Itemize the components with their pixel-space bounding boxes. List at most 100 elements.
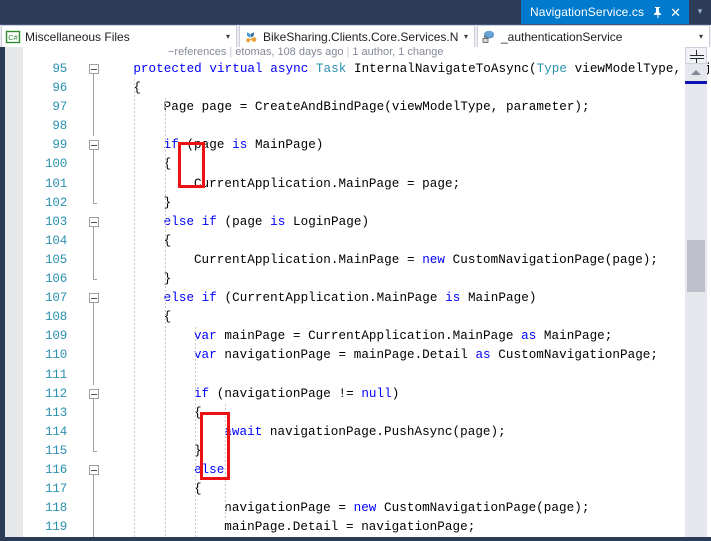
outlining-margin[interactable] [87,117,103,137]
code-line[interactable]: 118 navigationPage = new CustomNavigation… [5,499,711,519]
chevron-down-icon[interactable]: ▾ [693,26,709,47]
outlining-margin[interactable] [87,213,103,232]
code-line[interactable]: 97 Page page = CreateAndBindPage(viewMode… [5,98,711,118]
code-text[interactable]: await navigationPage.PushAsync(page); [224,425,506,439]
code-line[interactable]: 104 { [5,231,711,251]
code-line[interactable]: 111 [5,365,711,385]
chevron-down-icon[interactable]: ▾ [458,26,474,47]
code-text[interactable]: if (navigationPage != null) [194,387,399,401]
tab-overflow-chevron-down-icon[interactable]: ▾ [693,6,707,18]
code-text[interactable]: var mainPage = CurrentApplication.MainPa… [194,329,612,343]
collapse-minus-icon[interactable] [89,140,99,151]
outlining-margin[interactable] [87,327,103,347]
project-dropdown[interactable]: C# Miscellaneous Files ▾ [1,25,237,48]
code-text[interactable]: } [194,444,202,458]
code-text[interactable]: { [164,234,172,248]
collapse-minus-icon[interactable] [89,293,99,304]
code-text[interactable]: Page page = CreateAndBindPage(viewModelT… [164,100,590,114]
outlining-margin[interactable] [87,308,103,328]
tab-label: NavigationService.cs [530,5,645,19]
outlining-margin[interactable] [87,441,103,461]
outlining-margin[interactable] [87,461,103,480]
outlining-margin[interactable] [87,155,103,175]
code-text[interactable]: else if (CurrentApplication.MainPage is … [164,291,537,305]
code-line[interactable]: 103 else if (page is LoginPage) [5,213,711,232]
code-line[interactable]: 95 protected virtual async Task InternalN… [5,60,711,79]
code-text[interactable]: } [164,196,172,210]
pin-icon[interactable] [651,5,664,19]
code-line[interactable]: 113 { [5,403,711,423]
outlining-margin[interactable] [87,365,103,385]
code-text[interactable]: { [164,157,172,171]
code-text[interactable]: navigationPage = new CustomNavigationPag… [224,501,589,515]
code-line[interactable]: 114 await navigationPage.PushAsync(page); [5,422,711,442]
code-line[interactable]: 96 { [5,79,711,99]
outlining-margin[interactable] [87,174,103,194]
codelens-history[interactable]: 1 author, 1 change [352,47,443,58]
outlining-margin[interactable] [87,480,103,500]
code-text[interactable]: var navigationPage = mainPage.Detail as … [194,348,658,362]
code-text[interactable]: if (page is MainPage) [164,138,324,152]
code-text[interactable]: CurrentApplication.MainPage = page; [194,177,460,191]
code-text[interactable]: protected virtual async Task InternalNav… [133,62,711,76]
scroll-up-icon[interactable] [685,65,707,80]
member-dropdown[interactable]: _authenticationService ▾ [477,25,710,48]
chevron-down-icon[interactable]: ▾ [220,26,236,47]
outlining-margin[interactable] [87,289,103,309]
outlining-margin[interactable] [87,346,103,366]
code-line[interactable]: 110 var navigationPage = mainPage.Detail … [5,346,711,366]
outlining-margin[interactable] [87,231,103,251]
outlining-margin[interactable] [87,385,103,404]
code-text[interactable]: else if (page is LoginPage) [164,215,369,229]
code-line[interactable]: 100 { [5,155,711,175]
outlining-margin[interactable] [87,79,103,99]
outlining-margin[interactable] [87,250,103,271]
scrollbar-thumb[interactable] [687,240,705,292]
type-dropdown[interactable]: BikeSharing.Clients.Core.Services.Nav ▾ [239,25,475,48]
code-text[interactable]: { [194,406,202,420]
codelens-references[interactable]: −references [168,47,226,58]
collapse-minus-icon[interactable] [89,464,99,475]
collapse-minus-icon[interactable] [89,216,99,227]
code-text[interactable]: { [164,310,172,324]
code-editor[interactable]: −references | etomas, 108 days ago | 1 autho… [0,47,711,541]
code-line[interactable]: 109 var mainPage = CurrentApplication.Mai… [5,327,711,347]
code-line[interactable]: 107 else if (CurrentApplication.MainPage … [5,289,711,309]
codelens-author[interactable]: etomas, 108 days ago [235,47,343,58]
code-line[interactable]: 98 [5,117,711,137]
outlining-margin[interactable] [87,98,103,118]
code-line[interactable]: 101 CurrentApplication.MainPage = page; [5,174,711,194]
tab-navigationservice-cs[interactable]: NavigationService.cs ✕ [521,0,689,24]
code-line[interactable]: 116 else [5,461,711,480]
code-text[interactable]: CurrentApplication.MainPage = new Custom… [194,253,658,267]
code-line[interactable]: 99 if (page is MainPage) [5,136,711,156]
code-text[interactable]: else [194,463,224,477]
code-line[interactable]: 117 { [5,480,711,500]
outlining-margin[interactable] [87,193,103,213]
code-line[interactable]: 105 CurrentApplication.MainPage = new Cus… [5,250,711,271]
collapse-minus-icon[interactable] [89,388,99,399]
code-line[interactable]: 102} [5,193,711,213]
close-icon[interactable]: ✕ [668,6,683,19]
code-line[interactable]: 112 if (navigationPage != null) [5,385,711,404]
code-text[interactable]: { [194,482,202,496]
code-text[interactable]: } [164,272,172,286]
code-text[interactable]: mainPage.Detail = navigationPage; [224,520,475,534]
outlining-margin[interactable] [87,422,103,442]
code-text[interactable]: { [133,81,141,95]
codelens-bar[interactable]: −references | etomas, 108 days ago | 1 autho… [5,47,711,61]
code-line[interactable]: 115} [5,441,711,461]
outlining-margin[interactable] [87,403,103,423]
vertical-scrollbar[interactable] [685,47,707,537]
code-line[interactable]: 106} [5,270,711,289]
outlining-margin[interactable] [87,518,103,537]
code-line[interactable]: 119 mainPage.Detail = navigationPage; [5,518,711,537]
outlining-margin[interactable] [87,499,103,519]
split-view-icon[interactable] [685,47,707,64]
outlining-margin[interactable] [87,270,103,289]
outlining-margin[interactable] [87,60,103,79]
code-lines-container[interactable]: 95 protected virtual async Task InternalN… [5,60,711,537]
code-line[interactable]: 108 { [5,308,711,328]
collapse-minus-icon[interactable] [89,64,99,74]
outlining-margin[interactable] [87,136,103,156]
